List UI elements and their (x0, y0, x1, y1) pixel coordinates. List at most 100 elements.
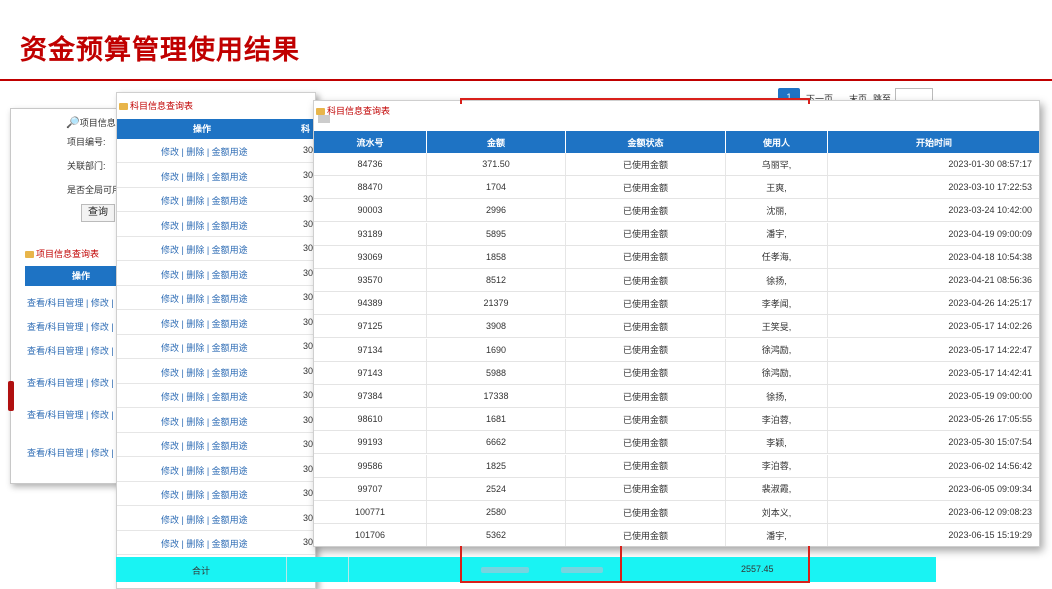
cell-col-start-time: 2023-06-12 09:08:23 (828, 501, 1039, 523)
subject-row-actions[interactable]: 修改 | 删除 | 金额用途 (161, 292, 248, 305)
cell-col-amount: 1825 (427, 454, 566, 477)
project-search-title: 🔎项目信息 (66, 117, 116, 129)
subject-row-actions[interactable]: 修改 | 删除 | 金额用途 (161, 415, 248, 428)
project-row-actions[interactable]: 查看/科目管理 | 修改 | 删 (27, 344, 119, 357)
cell-col-user: 徐鸿励, (726, 338, 828, 361)
project-table-title: 项目信息查询表 (25, 247, 99, 260)
cell-col-serial: 99586 (314, 454, 427, 477)
subject-row-actions[interactable]: 修改 | 删除 | 金额用途 (161, 366, 248, 379)
subject-row: 修改 | 删除 | 金额用途 30 (117, 433, 315, 457)
subject-row-actions[interactable]: 修改 | 删除 | 金额用途 (161, 145, 248, 158)
table-row: 88470 1704 已使用金额 王爽, 2023-03-10 17:22:53 (314, 176, 1039, 200)
subject-row: 修改 | 删除 | 金额用途 30 (117, 286, 315, 310)
subject-row-code: 30 (303, 169, 314, 180)
cell-col-serial: 93069 (314, 245, 427, 268)
cell-col-user: 刘本义, (726, 501, 828, 523)
title-divider (0, 79, 1052, 81)
cell-col-serial: 88470 (314, 176, 427, 199)
project-row-actions[interactable]: 查看/科目管理 | 修改 | 删 (27, 376, 119, 389)
subject-row: 修改 | 删除 | 金额用途 30 (117, 164, 315, 188)
cell-col-start-time: 2023-05-26 17:05:55 (828, 408, 1039, 430)
cell-col-serial: 94389 (314, 292, 427, 315)
subject-ops-panel: 科目信息查询表 操作 科目 修改 | 删除 | 金额用途 30 修改 | 删除 | … (116, 92, 316, 589)
subject-row: 修改 | 删除 | 金额用途 30 (117, 311, 315, 335)
table-row: 100771 2580 已使用金额 刘本义, 2023-06-12 09:08:23 (314, 501, 1039, 524)
subject-row: 修改 | 删除 | 金额用途302 (117, 213, 315, 237)
project-row-actions[interactable]: 查看/科目管理 | 修改 | 删 (27, 296, 119, 309)
search-icon: 🔎 (66, 117, 80, 129)
subject-row-actions[interactable]: 修改 | 删除 | 金额用途 (161, 268, 248, 281)
cell-col-user: 李孝闻, (726, 292, 828, 315)
cell-col-user: 潘宇, (726, 222, 828, 245)
subject-row-actions[interactable]: 修改 | 删除 | 金额用途 (161, 170, 248, 183)
project-number-label: 项目编号: (67, 137, 106, 147)
cell-col-amount: 5362 (427, 524, 566, 546)
cell-col-status: 已使用金额 (566, 176, 726, 199)
cell-col-user: 王笑旻, (726, 315, 828, 338)
project-row-actions[interactable]: 查看/科目管理 | 修改 | 删 (27, 408, 119, 421)
global-available-label: 是否全局可用 (67, 185, 120, 195)
cell-col-amount: 2996 (427, 199, 566, 222)
side-marker (8, 381, 14, 411)
header-col-status: 金额状态 (566, 131, 726, 153)
subject-row-actions[interactable]: 修改 | 删除 | 金额用途 (161, 439, 248, 452)
cell-col-amount: 8512 (427, 269, 566, 291)
query-button[interactable]: 查询 (81, 204, 115, 222)
subject-row-actions[interactable]: 修改 | 删除 | 金额用途 (161, 341, 248, 354)
highlight-box (620, 546, 810, 583)
cell-col-status: 已使用金额 (566, 245, 726, 268)
table-row: 99586 1825 已使用金额 李泊蓉, 2023-06-02 14:56:42 (314, 454, 1039, 478)
cell-col-serial: 93189 (314, 222, 427, 245)
subject-row-actions[interactable]: 修改 | 删除 | 金额用途 (161, 317, 248, 330)
cell-col-serial: 84736 (314, 153, 427, 175)
cell-col-amount: 17338 (427, 385, 566, 407)
cell-col-status: 已使用金额 (566, 501, 726, 523)
subject-table-title: 科目信息查询表 (119, 99, 193, 112)
transactions-panel: 科目信息查询表 流水号 金额 金额状态 使用人 开始时间 84736 371.50 已使用金… (313, 100, 1040, 547)
subject-row-actions[interactable]: 修改 | 删除 | 金额用途 (161, 464, 248, 477)
image-icon (318, 115, 330, 123)
subject-row-actions[interactable]: 修改 | 删除 | 金额用途 (161, 219, 248, 232)
subject-row: 修改 | 删除 | 金额用途302 (117, 384, 315, 408)
table-row: 98610 1681 已使用金额 李泊蓉, 2023-05-26 17:05:55 (314, 408, 1039, 432)
cell-col-start-time: 2023-05-17 14:22:47 (828, 339, 1039, 361)
subject-row-actions[interactable]: 修改 | 删除 | 金额用途 (161, 194, 248, 207)
table-row: 84736 371.50 已使用金额 乌丽罕, 2023-01-30 08:57:17 (314, 153, 1039, 176)
cell-col-status: 已使用金额 (566, 408, 726, 431)
subject-table-header: 操作 科目 (117, 119, 315, 154)
cell-col-start-time: 2023-05-30 15:07:54 (828, 431, 1039, 453)
cell-col-amount: 1690 (427, 338, 566, 361)
cell-col-start-time: 2023-05-17 14:02:26 (828, 315, 1039, 337)
header-ops: 操作 (192, 124, 211, 134)
cell-col-start-time: 2023-04-26 14:25:17 (828, 292, 1039, 314)
slide-title: 资金预算管理使用结果 (20, 35, 300, 66)
project-row-actions[interactable]: 查看/科目管理 | 修改 | 删 (27, 446, 119, 459)
cell-col-start-time: 2023-04-18 10:54:38 (828, 246, 1039, 268)
cell-col-amount: 1704 (427, 176, 566, 199)
cell-col-user: 李泊蓉, (726, 454, 828, 477)
cell-col-amount: 1681 (427, 408, 566, 431)
cell-col-start-time: 2023-03-10 17:22:53 (828, 176, 1039, 198)
cell-col-user: 王爽, (726, 176, 828, 199)
cell-col-serial: 97384 (314, 385, 427, 407)
subject-row-actions[interactable]: 修改 | 删除 | 金额用途 (161, 513, 248, 526)
cell-col-amount: 5895 (427, 222, 566, 245)
cell-col-user: 徐扬, (726, 269, 828, 291)
header-col-start-time: 开始时间 (828, 131, 1039, 153)
cell-col-status: 已使用金额 (566, 338, 726, 361)
cell-col-serial: 99707 (314, 477, 427, 500)
cell-col-status: 已使用金额 (566, 431, 726, 454)
subject-row-actions[interactable]: 修改 | 删除 | 金额用途 (161, 537, 248, 550)
subject-row-code: 30 (303, 316, 314, 327)
cell-col-amount: 21379 (427, 292, 566, 315)
table-row: 97143 5988 已使用金额 徐鸿励, 2023-05-17 14:42:41 (314, 361, 1039, 385)
subject-row-actions[interactable]: 修改 | 删除 | 金额用途 (161, 390, 248, 403)
cell-col-status: 已使用金额 (566, 292, 726, 315)
cell-col-amount: 5988 (427, 361, 566, 384)
subject-row-actions[interactable]: 修改 | 删除 | 金额用途 (161, 243, 248, 256)
subject-row: 修改 | 删除 | 金额用途302 (117, 409, 315, 433)
cell-col-start-time: 2023-03-24 10:42:00 (828, 199, 1039, 221)
project-row-actions[interactable]: 查看/科目管理 | 修改 | 删 (27, 320, 119, 333)
subject-row-code: 30 (303, 439, 314, 449)
subject-row-actions[interactable]: 修改 | 删除 | 金额用途 (161, 488, 248, 501)
